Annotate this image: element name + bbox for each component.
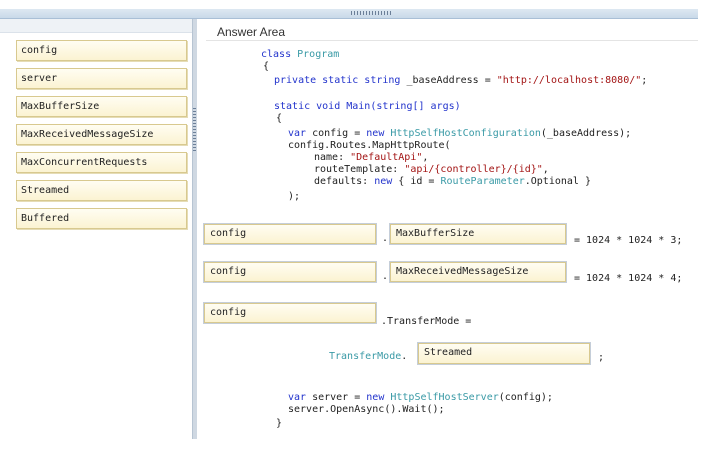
answer-area-title: Answer Area — [217, 25, 286, 39]
slot-row2-target[interactable]: config — [204, 262, 376, 282]
drag-item-maxconcurrentrequests[interactable]: MaxConcurrentRequests — [16, 152, 187, 173]
pane-splitter[interactable] — [192, 19, 197, 439]
drag-item-buffered[interactable]: Buffered — [16, 208, 187, 229]
code-main-signature: static void Main(string[] args) — [274, 101, 461, 112]
code-close-brace: } — [276, 418, 283, 429]
code-field-line: private static string _baseAddress = "ht… — [274, 75, 648, 86]
code-row2-assignment: = 1024 * 1024 * 4; — [574, 273, 683, 284]
code-main-open: { — [276, 113, 283, 124]
slot-row1-target[interactable]: config — [204, 224, 376, 244]
drag-item-streamed[interactable]: Streamed — [16, 180, 187, 201]
code-open-brace: { — [263, 61, 270, 72]
code-maproute-close: ); — [288, 191, 301, 202]
slot-row4-value[interactable]: Streamed — [418, 343, 590, 364]
code-name-line: name: "DefaultApi", — [314, 152, 429, 163]
code-transfermode-enum: TransferMode. — [329, 351, 408, 362]
slot-row2-property[interactable]: MaxReceivedMessageSize — [390, 262, 566, 282]
drag-item-server[interactable]: server — [16, 68, 187, 89]
code-server-line: var server = new HttpSelfHostServer(conf… — [288, 392, 553, 403]
code-route-line: routeTemplate: "api/{controller}/{id}", — [314, 164, 549, 175]
slot-row3-target[interactable]: config — [204, 303, 376, 323]
slot-row1-property[interactable]: MaxBufferSize — [390, 224, 566, 244]
code-openasync-line: server.OpenAsync().Wait(); — [288, 404, 445, 415]
code-defaults-line: defaults: new { id = RouteParameter.Opti… — [314, 176, 591, 187]
code-class-line: class Program — [261, 49, 340, 60]
splitter-grip-handle[interactable] — [193, 108, 196, 152]
choices-pane-header — [0, 19, 192, 33]
code-config-line: var config = new HttpSelfHostConfigurati… — [288, 128, 632, 139]
code-row1-dot: . — [382, 233, 389, 244]
code-maproute-line: config.Routes.MapHttpRoute( — [288, 140, 451, 151]
drag-item-maxreceivedmessagesize[interactable]: MaxReceivedMessageSize — [16, 124, 187, 145]
code-transfermode-assign: .TransferMode = — [381, 316, 472, 327]
drag-item-maxbuffersize[interactable]: MaxBufferSize — [16, 96, 187, 117]
top-grip-handle[interactable] — [351, 11, 391, 15]
top-bar — [0, 9, 698, 19]
drag-item-config[interactable]: config — [16, 40, 187, 61]
answer-area-divider — [206, 40, 698, 41]
code-row4-semicolon: ; — [598, 352, 605, 363]
code-row1-assignment: = 1024 * 1024 * 3; — [574, 235, 683, 246]
code-row2-dot: . — [382, 271, 389, 282]
